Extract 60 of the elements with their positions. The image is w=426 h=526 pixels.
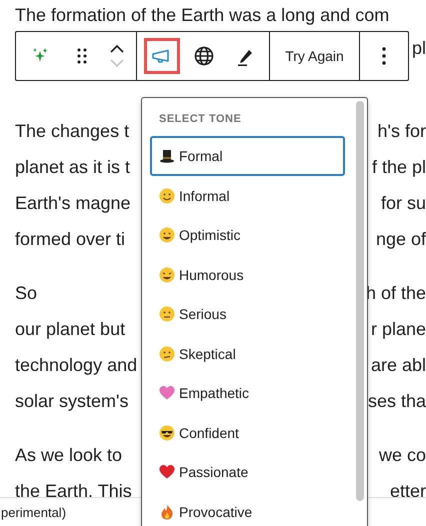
paragraph-text: our planet but: [15, 318, 126, 341]
fire-icon: [159, 504, 175, 520]
globe-icon: [194, 46, 214, 66]
paragraph-text: the Earth. This: [15, 480, 132, 503]
option-label: Skeptical: [179, 346, 236, 362]
option-label: Serious: [179, 306, 226, 322]
smiley-icon: [159, 306, 175, 322]
option-label: Provocative: [179, 504, 252, 520]
paragraph-text: we co: [378, 444, 426, 467]
option-label: Confident: [179, 424, 239, 440]
paragraph-text: solar system's: [15, 390, 128, 413]
option-label: Passionate: [179, 464, 248, 480]
paragraph-text: As we look to: [15, 444, 122, 467]
paragraph-text: h's for: [378, 120, 426, 143]
more-icon: [382, 47, 386, 65]
chevron-up-icon: [110, 45, 124, 53]
paragraph-text: technology and: [15, 354, 138, 377]
paragraph-text: f the pl: [372, 156, 426, 179]
tone-option[interactable]: Formal: [150, 136, 345, 176]
smiley-icon: [159, 346, 175, 362]
paragraph-text: are abl: [370, 354, 426, 377]
tone-option[interactable]: Confident: [150, 412, 345, 452]
smiley-icon: [159, 266, 175, 282]
option-label: Optimistic: [179, 227, 240, 243]
paragraph-text: etter: [390, 480, 426, 503]
chevron-down-icon: [110, 59, 124, 67]
paragraph-text: The formation of the Earth was a long and com: [15, 4, 390, 27]
option-label: Informal: [179, 188, 230, 204]
smiley-icon: [159, 227, 175, 243]
tone-option[interactable]: Humorous: [150, 254, 345, 294]
option-label: Empathetic: [179, 385, 250, 401]
paragraph-text: r plane: [370, 318, 426, 341]
paragraph-text: The changes t: [15, 120, 130, 143]
status-text: perimental): [1, 504, 66, 520]
paragraph-text: for su: [380, 192, 426, 215]
paragraph-text: nge of: [376, 228, 426, 251]
paragraph-text: So: [15, 282, 38, 305]
tone-option[interactable]: Empathetic: [150, 373, 345, 413]
tone-option[interactable]: Optimistic: [150, 215, 345, 255]
paragraph-text: Earth's magne: [15, 192, 130, 215]
top-hat-icon: [159, 148, 175, 164]
tone-button[interactable]: [144, 38, 180, 74]
option-label: Humorous: [179, 266, 244, 282]
try-again-button[interactable]: Try Again: [281, 38, 348, 74]
drag-icon: [76, 48, 87, 64]
menu-heading: SELECT TONE: [158, 112, 242, 127]
smiley-icon: [159, 188, 175, 204]
paragraph-text: ses tha: [368, 390, 426, 413]
paragraph-text: planet as it is t: [15, 156, 130, 179]
tone-option[interactable]: Passionate: [150, 452, 345, 492]
paragraph-text: formed over ti: [15, 228, 126, 251]
option-label: Formal: [179, 148, 223, 164]
tone-option[interactable]: Informal: [150, 176, 345, 216]
heart-icon: [159, 464, 175, 480]
heart-icon: [159, 385, 175, 401]
tone-option[interactable]: Skeptical: [150, 334, 345, 374]
tone-option[interactable]: Serious: [150, 294, 345, 334]
paragraph-text: pl: [412, 37, 426, 60]
sunglasses-face-icon: [159, 424, 175, 440]
tone-option[interactable]: Provocative: [150, 492, 345, 526]
